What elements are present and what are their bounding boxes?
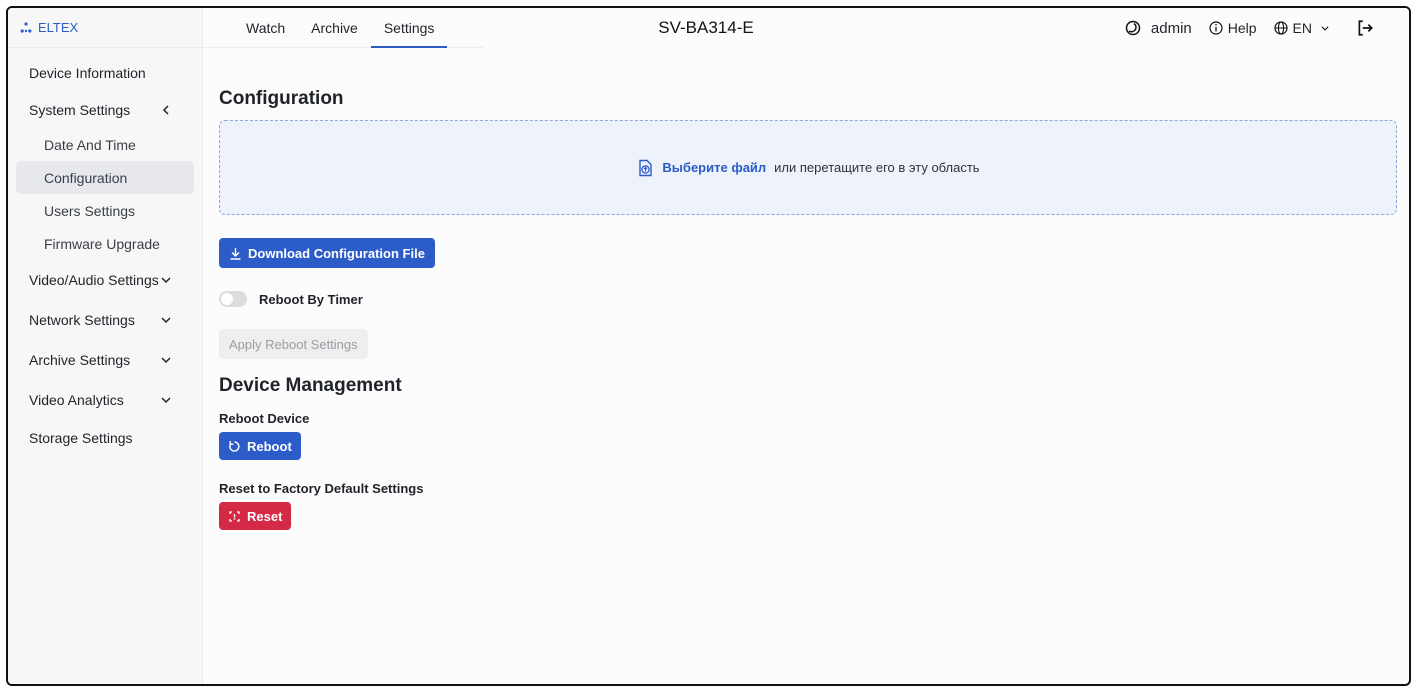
chevron-down-icon	[160, 394, 172, 406]
chevron-down-icon	[160, 274, 172, 286]
tab-label: Settings	[383, 19, 435, 36]
sidebar-item-configuration[interactable]: Configuration	[16, 161, 194, 194]
sidebar-item-label: Date And Time	[44, 136, 136, 153]
sidebar-item-label: Archive Settings	[29, 352, 131, 368]
factory-reset-icon	[229, 510, 240, 522]
sidebar-item-label: Firmware Upgrade	[44, 235, 160, 252]
sidebar-item-label: Video Analytics	[29, 392, 124, 408]
main-content: Configuration Выберите файл или перетащи…	[219, 48, 1397, 684]
reboot-timer-label: Reboot By Timer	[259, 291, 363, 307]
reset-label: Reset	[247, 508, 283, 524]
logout-icon	[1358, 20, 1373, 36]
sidebar-item-label: Users Settings	[44, 202, 136, 219]
tab-label: Archive	[311, 19, 358, 36]
language-select[interactable]: EN	[1273, 20, 1330, 36]
eltex-logo-icon	[20, 21, 32, 33]
tab-settings[interactable]: Settings	[370, 8, 448, 48]
brand-logo[interactable]: ELTEX	[8, 8, 202, 48]
dropzone-hint: или перетащите его в эту область	[774, 160, 980, 175]
globe-icon	[1273, 21, 1288, 35]
sidebar-item-video-analytics[interactable]: Video Analytics	[8, 380, 202, 420]
reboot-timer-row: Reboot By Timer	[219, 291, 363, 307]
sidebar-item-archive-settings[interactable]: Archive Settings	[8, 340, 202, 380]
chevron-down-icon	[160, 354, 172, 366]
sidebar-item-label: Storage Settings	[29, 430, 133, 446]
sidebar-item-users-settings[interactable]: Users Settings	[16, 194, 194, 227]
tab-watch[interactable]: Watch	[233, 8, 298, 47]
top-bar: Watch Archive Settings SV-BA314-E admin	[203, 8, 1409, 48]
sidebar-item-video-audio-settings[interactable]: Video/Audio Settings	[8, 260, 202, 300]
main-tabs: Watch Archive Settings	[203, 8, 483, 48]
section-title-configuration: Configuration	[219, 88, 344, 109]
tab-archive[interactable]: Archive	[298, 8, 371, 47]
help-label: Help	[1227, 20, 1257, 36]
reboot-timer-toggle[interactable]	[219, 291, 247, 307]
chevron-down-icon	[1321, 26, 1329, 31]
sidebar: ELTEX Device Information System Settings…	[8, 8, 203, 684]
apply-reboot-settings-button[interactable]: Apply Reboot Settings	[219, 329, 368, 359]
sidebar-item-label: Device Information	[29, 64, 146, 81]
reset-button[interactable]: Reset	[219, 502, 292, 530]
username: admin	[1150, 19, 1192, 37]
app-window: ELTEX Device Information System Settings…	[6, 6, 1411, 686]
sidebar-nav: Device Information System Settings Date …	[8, 48, 202, 456]
file-dropzone[interactable]: Выберите файл или перетащите его в эту о…	[219, 120, 1397, 215]
chevron-down-icon	[160, 314, 172, 326]
header-actions: admin Help EN	[1125, 8, 1374, 48]
language-label: EN	[1292, 20, 1312, 36]
chevron-left-icon	[160, 104, 172, 116]
apply-reboot-settings-label: Apply Reboot Settings	[229, 336, 358, 352]
sidebar-item-label: Network Settings	[29, 312, 135, 328]
sidebar-item-system-settings[interactable]: System Settings	[8, 91, 202, 128]
info-icon	[1209, 21, 1223, 35]
tab-label: Watch	[246, 19, 286, 36]
help-link[interactable]: Help	[1208, 20, 1257, 36]
section-title-device-management: Device Management	[219, 375, 402, 396]
device-title: SV-BA314-E	[658, 18, 754, 37]
theme-moon-icon[interactable]	[1125, 20, 1141, 36]
sidebar-item-storage-settings[interactable]: Storage Settings	[8, 420, 202, 456]
logout-button[interactable]	[1356, 19, 1374, 37]
sidebar-item-label: System Settings	[29, 101, 131, 118]
reboot-button[interactable]: Reboot	[219, 432, 301, 460]
sidebar-item-label: Video/Audio Settings	[29, 272, 159, 288]
reboot-label: Reboot	[247, 438, 292, 454]
download-configuration-label: Download Configuration File	[248, 245, 425, 261]
reboot-device-label: Reboot Device	[219, 411, 310, 426]
sidebar-item-firmware-upgrade[interactable]: Firmware Upgrade	[16, 227, 194, 260]
sidebar-item-device-information[interactable]: Device Information	[8, 54, 202, 91]
sidebar-item-date-and-time[interactable]: Date And Time	[16, 128, 194, 161]
sidebar-item-network-settings[interactable]: Network Settings	[8, 300, 202, 340]
user-menu[interactable]: admin	[1125, 20, 1192, 37]
choose-file-link[interactable]: Выберите файл	[662, 160, 766, 175]
brand-name: ELTEX	[38, 20, 79, 35]
download-icon	[230, 247, 241, 260]
refresh-icon	[229, 440, 240, 452]
upload-file-icon	[639, 159, 653, 176]
factory-reset-label: Reset to Factory Default Settings	[219, 481, 424, 496]
download-configuration-button[interactable]: Download Configuration File	[219, 238, 435, 268]
sidebar-item-label: Configuration	[44, 169, 128, 186]
